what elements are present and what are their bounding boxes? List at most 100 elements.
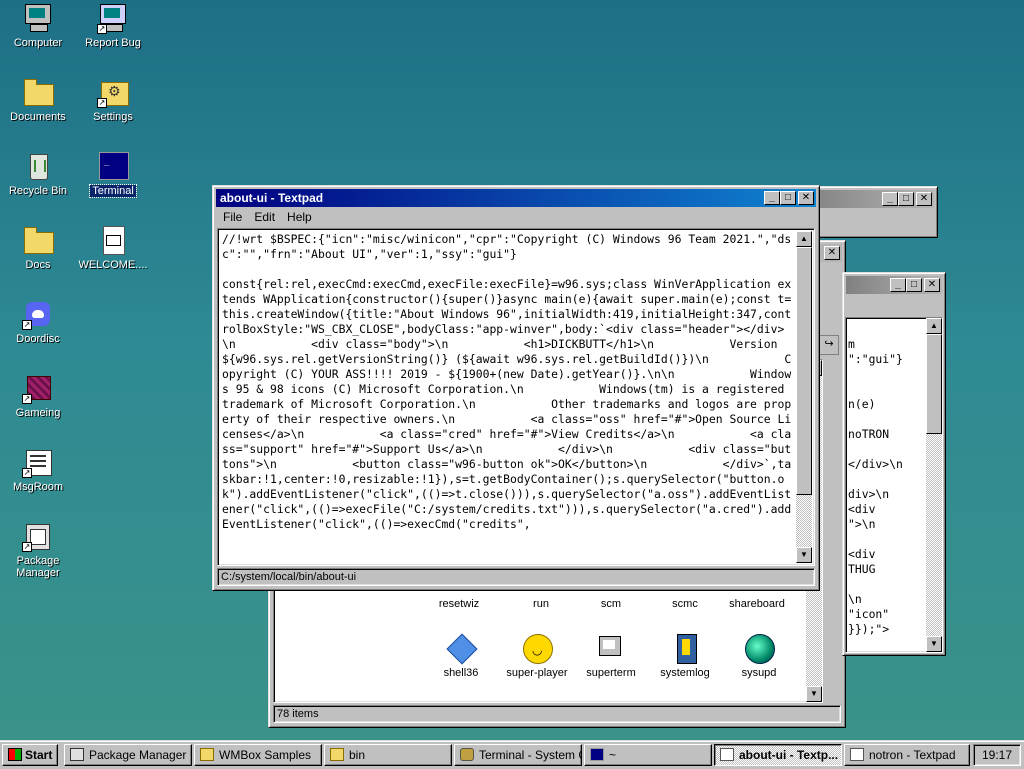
start-label: Start: [25, 748, 53, 762]
textpad-icon: [850, 748, 864, 761]
file-item-systemlog[interactable]: systemlog: [650, 632, 720, 679]
scroll-thumb[interactable]: [796, 247, 812, 495]
terminal-icon: [97, 150, 129, 182]
taskbar-item-bin[interactable]: bin: [324, 744, 452, 766]
file-item-shell36[interactable]: shell36: [426, 632, 496, 679]
taskbar-item-label: bin: [349, 748, 366, 762]
up-folder-button[interactable]: ↪: [819, 335, 839, 355]
start-button[interactable]: Start: [2, 744, 58, 766]
desktop-icon-computer[interactable]: Computer: [0, 2, 76, 49]
msgroom-icon: ↗: [22, 446, 54, 478]
scroll-thumb[interactable]: [926, 334, 942, 434]
vertical-scrollbar[interactable]: ▲ ▼: [926, 318, 942, 652]
file-item[interactable]: scm: [576, 598, 646, 610]
maximize-button[interactable]: □: [898, 192, 914, 206]
desktop-icon-label: Settings: [93, 111, 133, 123]
folder-icon: [22, 224, 54, 256]
menu-help[interactable]: Help: [281, 208, 318, 226]
maximize-button[interactable]: □: [906, 278, 922, 292]
desktop-icon-label: Recycle Bin: [8, 185, 68, 197]
scroll-up-button[interactable]: ▲: [926, 318, 942, 334]
recycle-bin-icon: [22, 150, 54, 182]
file-item-sysupd[interactable]: sysupd: [724, 632, 794, 679]
desktop-icon-docs[interactable]: Docs: [0, 224, 76, 271]
computer-icon: [595, 632, 627, 664]
maximize-button[interactable]: □: [780, 191, 796, 205]
folder-icon: [330, 748, 344, 761]
diamond-icon: [445, 632, 478, 665]
notron-editor[interactable]: m ":"gui"} n(e) noTRON </div>\n div>\n <di…: [845, 317, 943, 653]
notron-textpad-window[interactable]: _ □ ✕ m ":"gui"} n(e) noTRON </div>\n div…: [842, 272, 946, 656]
close-button[interactable]: ✕: [824, 246, 840, 260]
file-item[interactable]: run: [506, 598, 576, 610]
discord-icon: ↗: [22, 298, 54, 330]
taskbar-item-about-ui[interactable]: about-ui - Textp...: [714, 744, 842, 766]
desktop-icon-terminal[interactable]: Terminal: [75, 150, 151, 198]
settings-folder-icon: ↗: [97, 76, 129, 108]
desktop-icon-msgroom[interactable]: ↗ MsgRoom: [0, 446, 76, 493]
close-button[interactable]: ✕: [916, 192, 932, 206]
taskbar-item-wmbox-samples[interactable]: WMBox Samples: [194, 744, 322, 766]
menu-file[interactable]: File: [217, 208, 248, 226]
background-window-1[interactable]: _ □ ✕: [800, 186, 938, 238]
taskbar-item-terminal[interactable]: Terminal - System C...: [454, 744, 582, 766]
globe-icon: [743, 632, 775, 664]
desktop-icon-label: Documents: [10, 111, 66, 123]
desktop-icon-welcome[interactable]: WELCOME....: [75, 224, 151, 271]
taskbar-item-home[interactable]: ~: [584, 744, 712, 766]
package-icon: [70, 748, 84, 761]
textpad-window[interactable]: about-ui - Textpad _ □ ✕ File Edit Help …: [212, 185, 820, 591]
file-label: shareboard: [729, 598, 785, 610]
minimize-button[interactable]: _: [882, 192, 898, 206]
desktop-icon-label: Terminal: [89, 184, 137, 198]
taskbar-item-package-manager[interactable]: Package Manager: [64, 744, 192, 766]
menu-bar: File Edit Help: [217, 208, 318, 226]
file-item-super-player[interactable]: super-player: [502, 632, 572, 679]
vertical-scrollbar[interactable]: ▲ ▼: [796, 231, 812, 563]
menu-edit[interactable]: Edit: [248, 208, 281, 226]
desktop-icon-label: Computer: [13, 37, 63, 49]
scroll-down-button[interactable]: ▼: [796, 547, 812, 563]
desktop-icon-settings[interactable]: ↗ Settings: [75, 76, 151, 123]
status-bar: C:/system/local/bin/about-ui: [217, 568, 815, 586]
item-count: 78 items: [277, 708, 319, 720]
scroll-down-button[interactable]: ▼: [926, 636, 942, 652]
file-label: run: [533, 598, 549, 610]
text-editor[interactable]: //!wrt $BSPEC:{"icn":"misc/winicon","cpr…: [217, 228, 815, 566]
computer-icon: [22, 2, 54, 34]
minimize-button[interactable]: _: [764, 191, 780, 205]
desktop-icon-label: Docs: [25, 259, 51, 271]
desktop-icon-report-bug[interactable]: ↗ Report Bug: [75, 2, 151, 49]
scroll-up-button[interactable]: ▲: [796, 231, 812, 247]
desktop-icon-recycle-bin[interactable]: Recycle Bin: [0, 150, 76, 197]
file-label: scmc: [672, 598, 698, 610]
desktop-icon-package-manager[interactable]: ↗ Package Manager: [0, 520, 76, 579]
title-bar[interactable]: _ □ ✕: [804, 190, 934, 208]
title-bar[interactable]: about-ui - Textpad _ □ ✕: [216, 189, 816, 207]
windows-logo-icon: [8, 748, 22, 761]
close-button[interactable]: ✕: [924, 278, 940, 292]
minimize-button[interactable]: _: [890, 278, 906, 292]
file-item[interactable]: shareboard: [722, 598, 792, 610]
taskbar-clock[interactable]: 19:17: [973, 744, 1021, 766]
taskbar-item-label: ~: [609, 748, 617, 762]
desktop-icon-gameing[interactable]: ↗ Gameing: [0, 372, 76, 419]
scroll-down-button[interactable]: ▼: [806, 686, 822, 702]
taskbar: Start Package Manager WMBox Samples bin …: [0, 740, 1024, 769]
desktop-icon-label: Package Manager: [16, 555, 60, 579]
file-item[interactable]: scmc: [650, 598, 720, 610]
taskbar-item-label: WMBox Samples: [219, 748, 312, 762]
desktop-icon-doordisc[interactable]: ↗ Doordisc: [0, 298, 76, 345]
file-item-superterm[interactable]: superterm: [576, 632, 646, 679]
taskbar-item-label: Package Manager: [89, 748, 187, 762]
desktop-icon-label: MsgRoom: [12, 481, 64, 493]
file-label: super-player: [506, 667, 568, 679]
close-button[interactable]: ✕: [798, 191, 814, 205]
desktop-icon-documents[interactable]: Documents: [0, 76, 76, 123]
taskbar-item-notron[interactable]: notron - Textpad: [844, 744, 970, 766]
file-label: shell36: [443, 667, 479, 679]
editor-content[interactable]: //!wrt $BSPEC:{"icn":"misc/winicon","cpr…: [222, 232, 794, 532]
file-label: systemlog: [660, 667, 710, 679]
file-item[interactable]: resetwiz: [424, 598, 494, 610]
title-bar[interactable]: _ □ ✕: [846, 276, 942, 294]
